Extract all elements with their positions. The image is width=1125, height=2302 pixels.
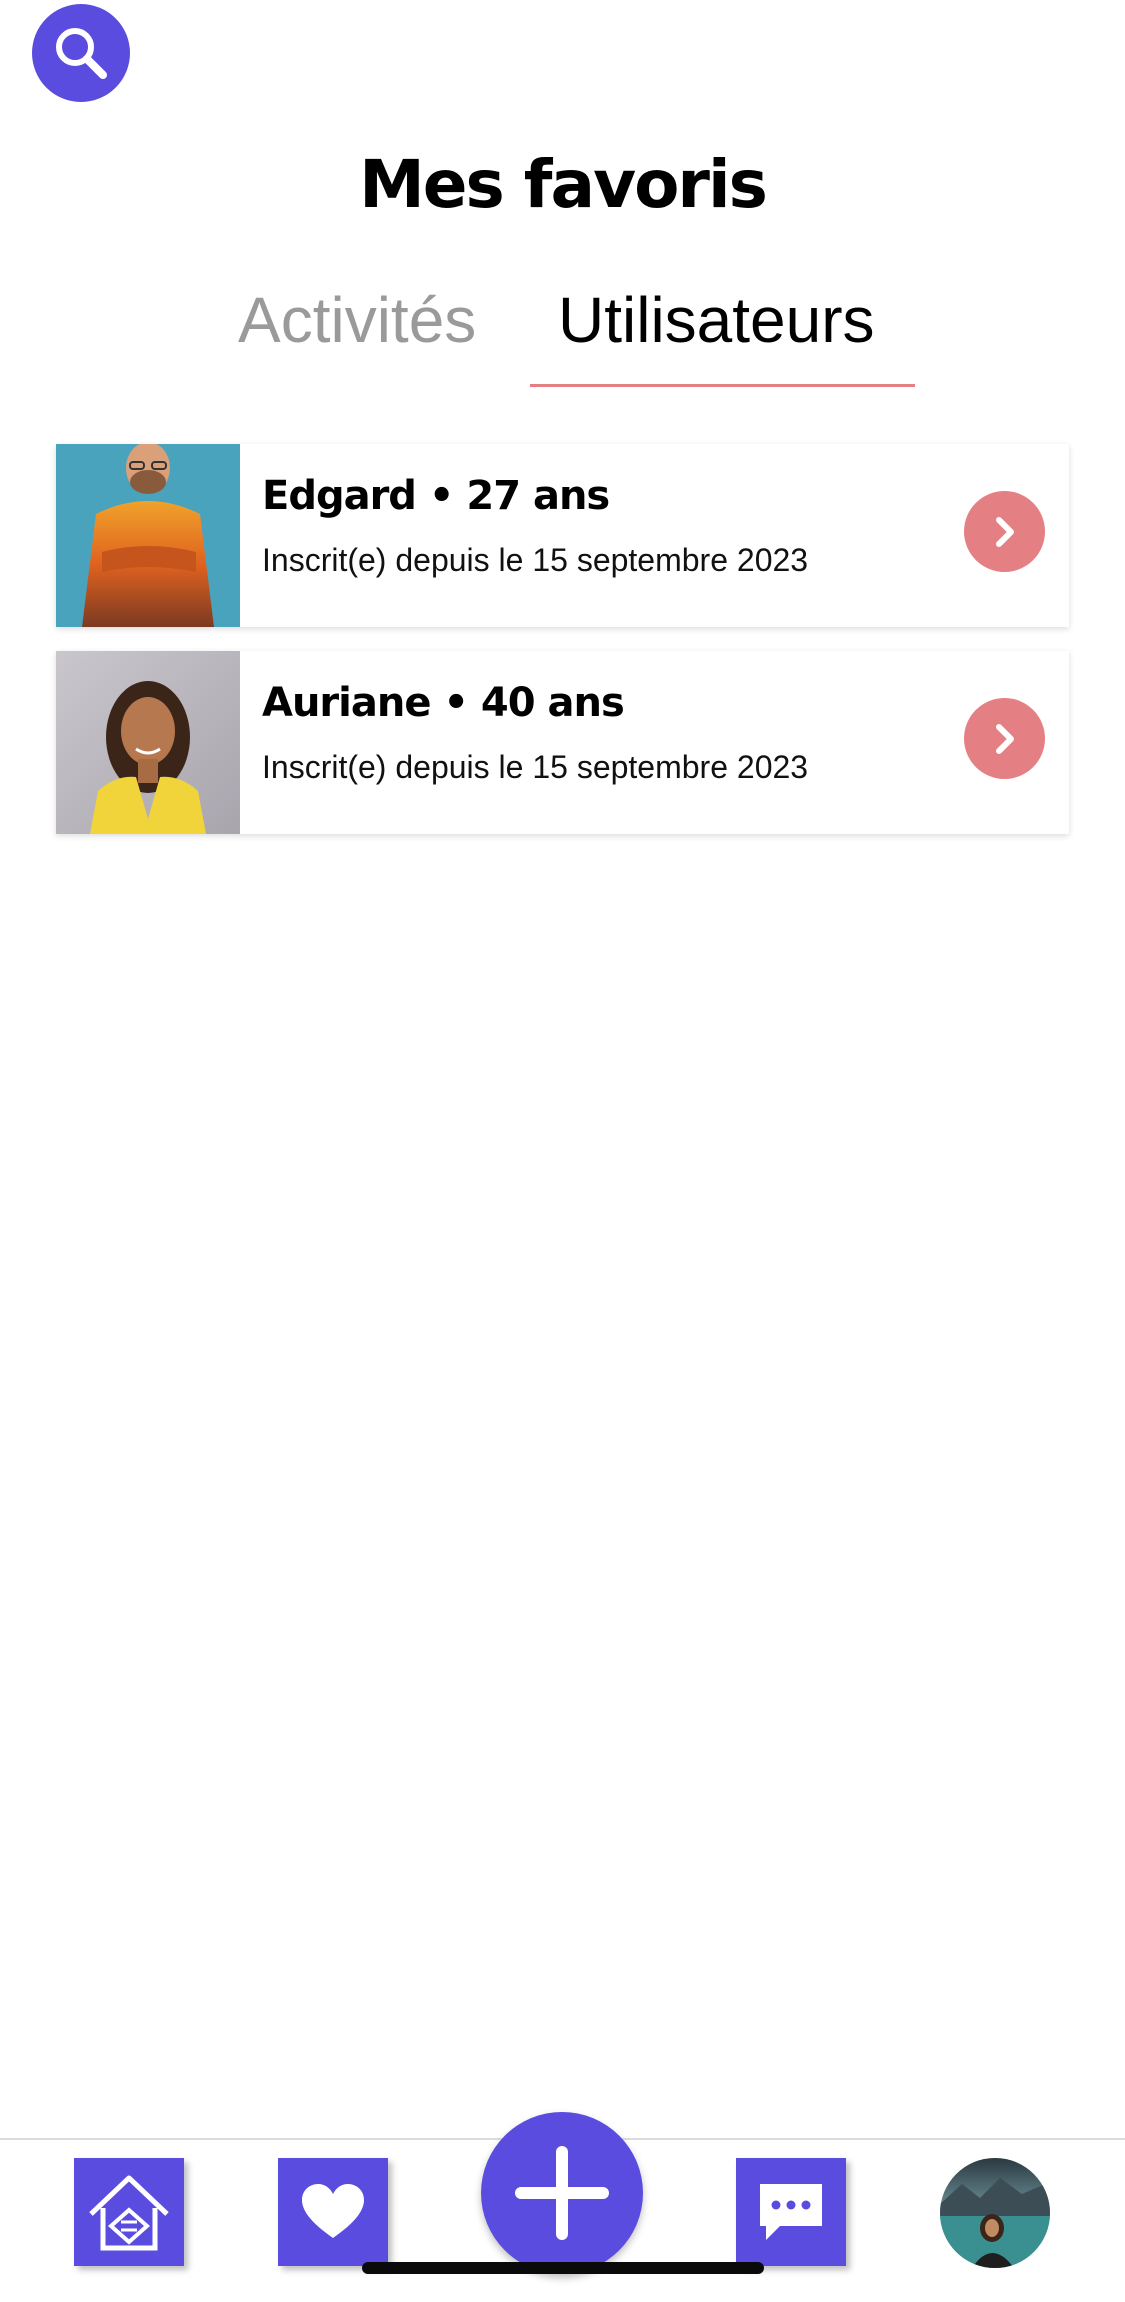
home-indicator	[362, 2262, 764, 2274]
chevron-right-icon	[995, 723, 1014, 754]
active-tab-indicator	[530, 384, 915, 387]
tab-utilisateurs[interactable]: Utilisateurs	[558, 280, 875, 360]
heart-icon	[302, 2184, 364, 2238]
user-card-edgard[interactable]: Edgard • 27 ans Inscrit(e) depuis le 15 …	[56, 444, 1069, 627]
user-name: Auriane • 40 ans	[262, 680, 625, 726]
search-button[interactable]	[32, 4, 130, 102]
nav-add-button[interactable]	[481, 2112, 643, 2274]
page-title: Mes favoris	[359, 146, 768, 223]
home-icon	[89, 2175, 169, 2251]
avatar	[940, 2158, 1050, 2268]
user-photo	[56, 651, 240, 834]
user-name: Edgard • 27 ans	[262, 473, 610, 519]
user-registration-date: Inscrit(e) depuis le 15 septembre 2023	[262, 749, 809, 785]
chevron-right-icon	[995, 516, 1014, 547]
plus-icon	[515, 2146, 609, 2240]
nav-favorites-button[interactable]	[278, 2158, 388, 2266]
nav-home-button[interactable]	[74, 2158, 184, 2266]
tab-activites[interactable]: Activités	[238, 280, 476, 360]
bottom-navigation	[0, 2112, 1125, 2302]
tab-bar: Activités Utilisateurs	[0, 280, 1125, 390]
user-photo	[56, 444, 240, 627]
open-profile-button[interactable]	[964, 698, 1045, 779]
open-profile-button[interactable]	[964, 491, 1045, 572]
chat-icon	[760, 2184, 822, 2240]
user-card-auriane[interactable]: Auriane • 40 ans Inscrit(e) depuis le 15…	[56, 651, 1069, 834]
nav-messages-button[interactable]	[736, 2158, 846, 2266]
search-icon	[56, 28, 107, 79]
favorite-users-list: Edgard • 27 ans Inscrit(e) depuis le 15 …	[56, 444, 1069, 858]
user-registration-date: Inscrit(e) depuis le 15 septembre 2023	[262, 542, 809, 578]
nav-profile-avatar[interactable]	[940, 2158, 1050, 2268]
